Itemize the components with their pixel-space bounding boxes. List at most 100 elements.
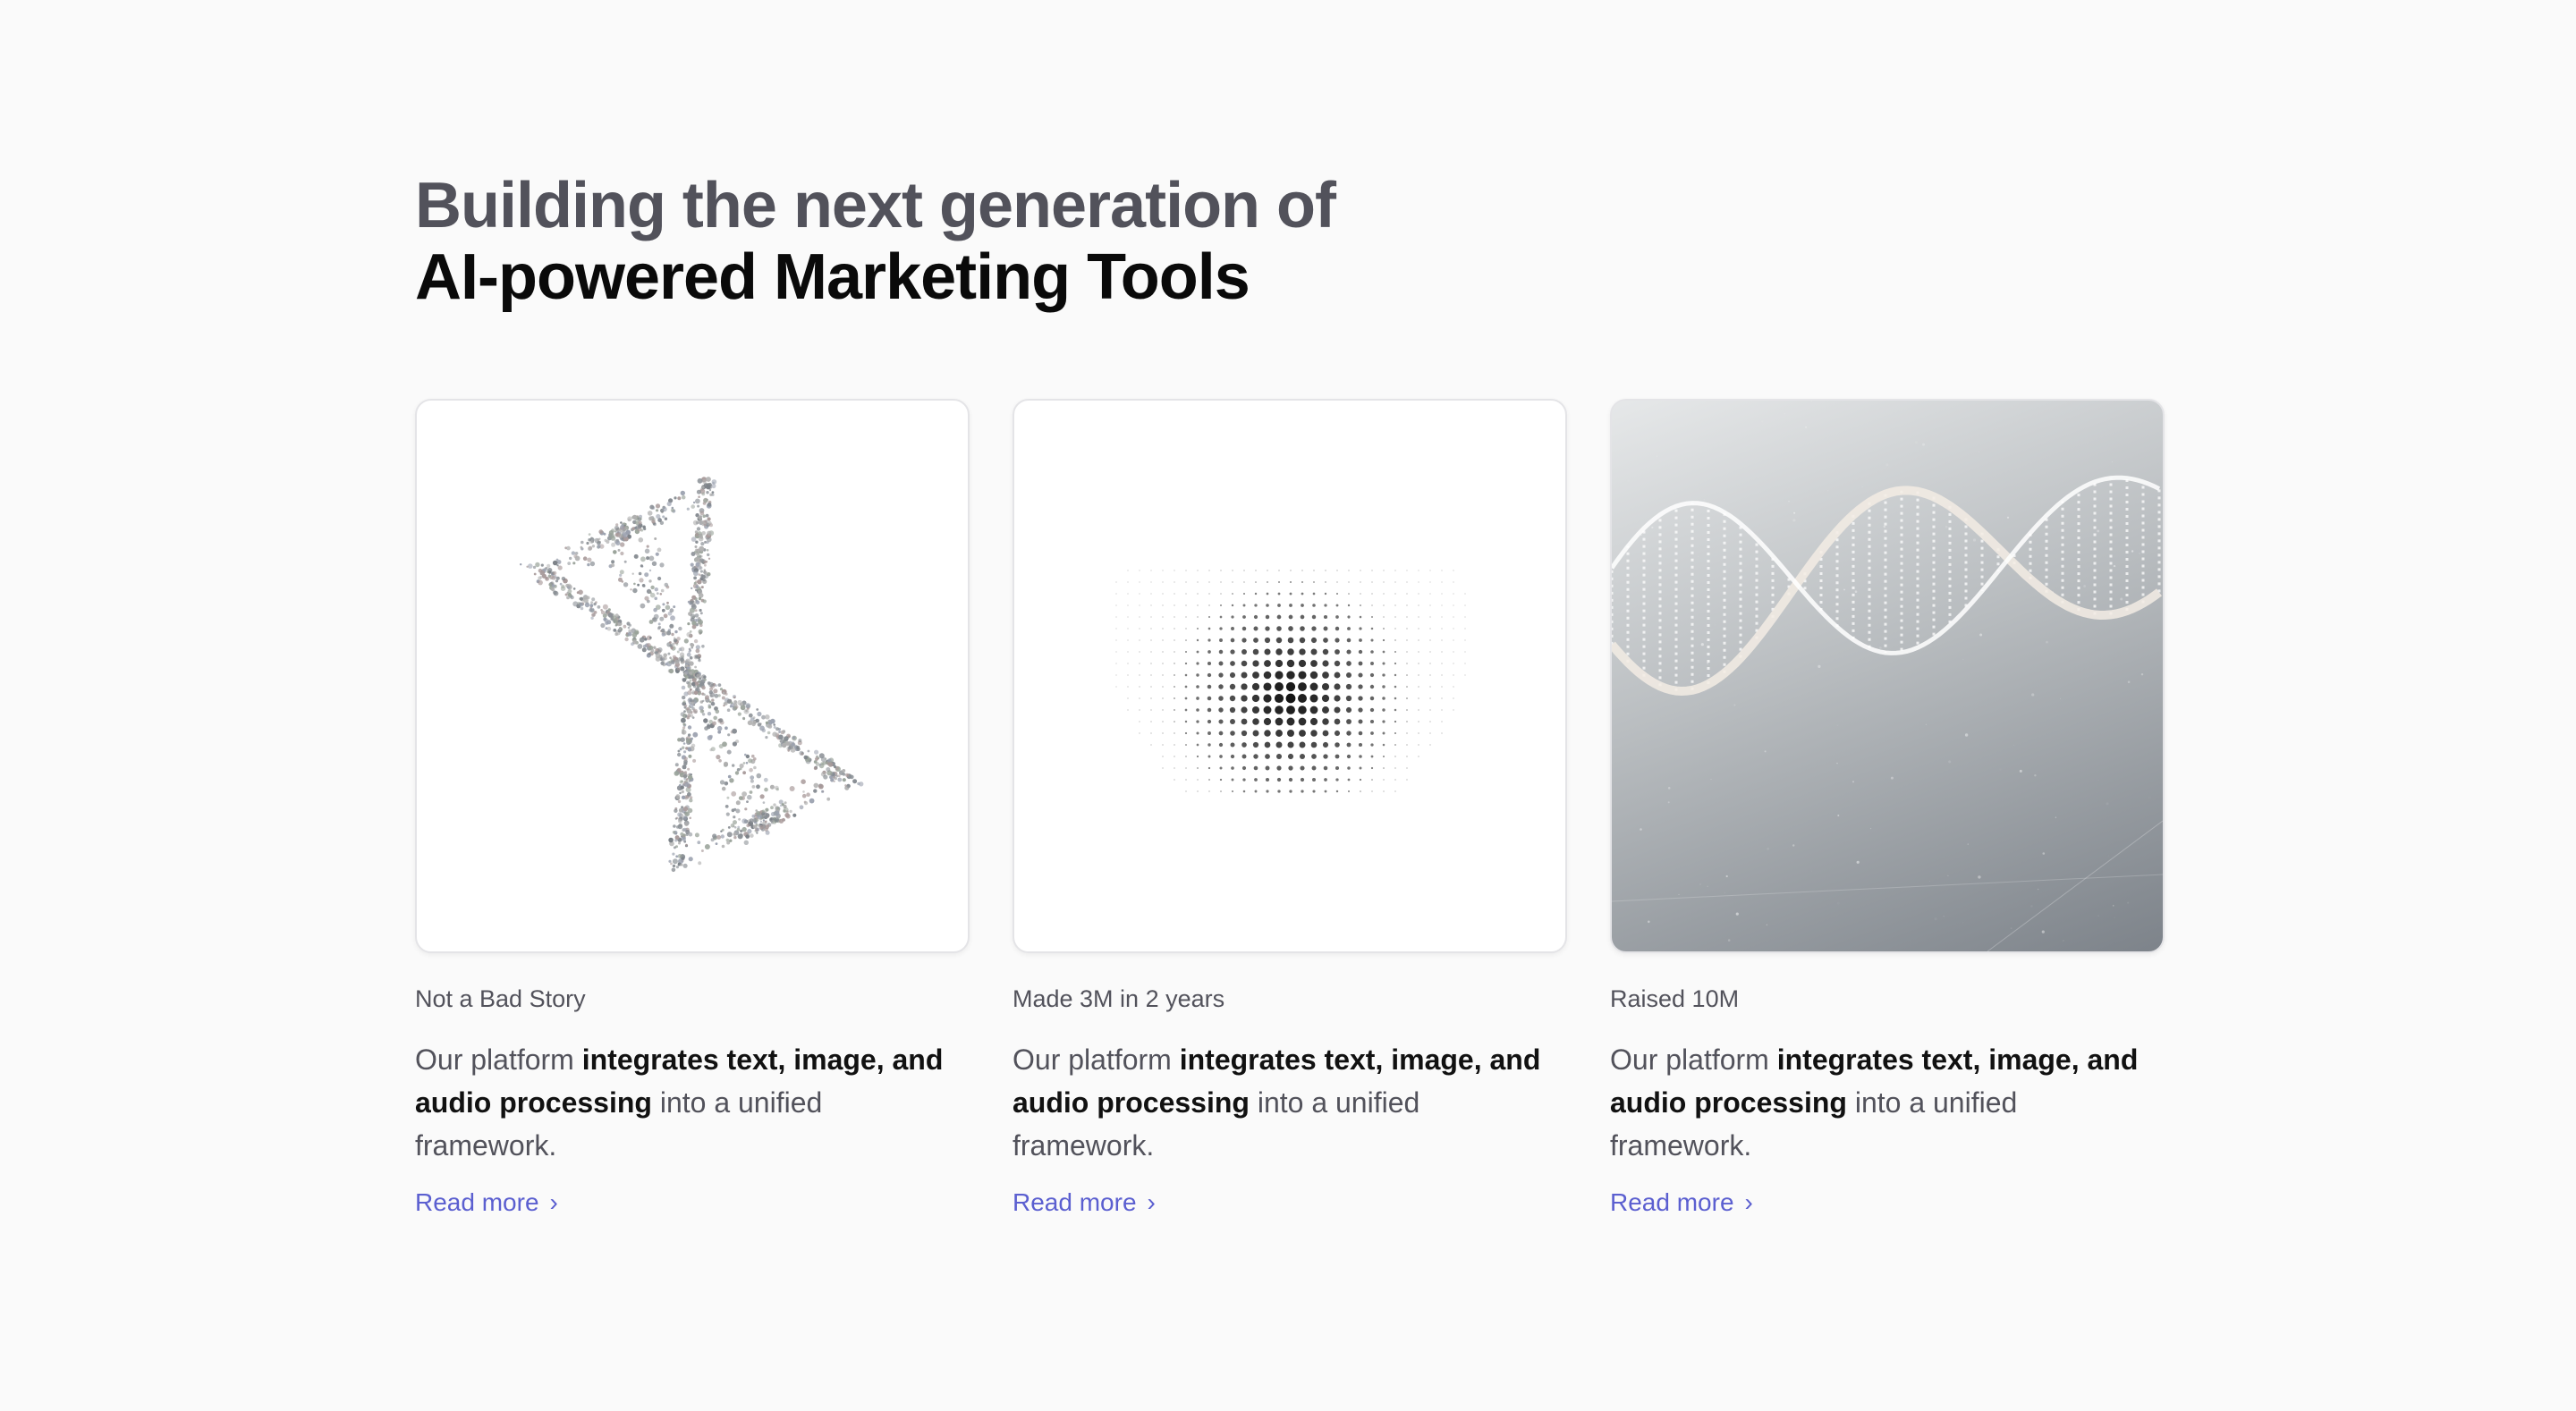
particle [569, 556, 572, 561]
dot [1162, 616, 1164, 618]
desc-text: Our platform [415, 1043, 582, 1076]
particle [669, 608, 674, 613]
dot [1347, 627, 1351, 630]
dot [1441, 616, 1443, 618]
particle [670, 508, 674, 512]
particle [697, 504, 700, 508]
particle [753, 757, 757, 761]
dot [1323, 765, 1328, 771]
sparkle [1883, 525, 1886, 528]
particle [611, 542, 616, 547]
particle [615, 523, 619, 527]
sparkle [2042, 852, 2046, 855]
particle [665, 663, 668, 666]
particle [669, 644, 673, 647]
particle [682, 731, 685, 735]
particle [815, 756, 818, 758]
particle [611, 560, 615, 564]
dot [1229, 672, 1236, 679]
sparkle [2097, 529, 2100, 533]
dot [1139, 593, 1140, 595]
dot [1139, 581, 1140, 583]
particle [619, 570, 624, 575]
particle [675, 643, 679, 646]
dot [1358, 731, 1363, 736]
dot [1383, 616, 1385, 618]
dot [1370, 650, 1374, 654]
particle [695, 585, 699, 588]
particle [660, 661, 665, 665]
dot [1290, 581, 1292, 583]
dot [1464, 628, 1466, 629]
read-more-link[interactable]: Read more › [1013, 1188, 1156, 1217]
particle [535, 562, 540, 568]
particle [526, 565, 529, 568]
particle [646, 643, 651, 648]
dot [1229, 706, 1236, 714]
particle [807, 749, 810, 753]
particle [607, 613, 614, 618]
particle [677, 799, 682, 804]
sparkle [1852, 781, 1854, 783]
particle [699, 554, 703, 558]
dot [1252, 660, 1259, 667]
particle [646, 545, 649, 548]
particle [685, 738, 691, 744]
particle [679, 791, 682, 795]
particle [686, 652, 691, 657]
particle [691, 678, 697, 682]
particle [579, 602, 584, 607]
read-more-link[interactable]: Read more › [415, 1188, 558, 1217]
particle [787, 749, 790, 752]
particle [708, 700, 712, 704]
particle [689, 655, 693, 660]
particle [738, 796, 743, 800]
particle [751, 814, 756, 818]
dot [1348, 581, 1350, 583]
particle [614, 530, 617, 533]
dot [1359, 778, 1362, 782]
particle [727, 826, 731, 829]
particle [697, 589, 703, 596]
particle [763, 777, 768, 782]
dot [1174, 697, 1175, 699]
particle [784, 736, 789, 741]
particle [708, 734, 713, 739]
particle [693, 581, 697, 585]
dot [1127, 697, 1129, 699]
dot [1382, 685, 1385, 689]
dot [1265, 626, 1270, 631]
dot [1207, 661, 1212, 666]
particle [792, 813, 797, 817]
dot [1208, 604, 1210, 606]
particle [699, 690, 701, 693]
particle [759, 725, 765, 731]
cards-row: Not a Bad Story Our platform integrates … [415, 399, 2165, 1217]
particle [638, 537, 644, 543]
sparkle [1837, 815, 1840, 816]
dot [1394, 581, 1396, 583]
dot [1150, 604, 1152, 606]
sparkle [2127, 901, 2130, 904]
particle [668, 661, 672, 663]
particle [749, 790, 753, 794]
particle [666, 601, 669, 604]
dot [1309, 717, 1318, 726]
particle [744, 753, 747, 756]
dot [1429, 581, 1431, 583]
particle [665, 604, 671, 611]
dot [1197, 767, 1199, 769]
read-more-link[interactable]: Read more › [1610, 1188, 1753, 1217]
particle [660, 588, 665, 593]
dot [1174, 686, 1175, 688]
particle [642, 644, 647, 648]
particle [695, 498, 700, 504]
particle [700, 542, 705, 546]
dot [1322, 706, 1329, 714]
particle [681, 717, 686, 723]
particle [584, 602, 590, 608]
dot [1418, 593, 1419, 595]
particle [814, 749, 819, 755]
dot [1321, 682, 1330, 691]
dot [1219, 755, 1223, 758]
